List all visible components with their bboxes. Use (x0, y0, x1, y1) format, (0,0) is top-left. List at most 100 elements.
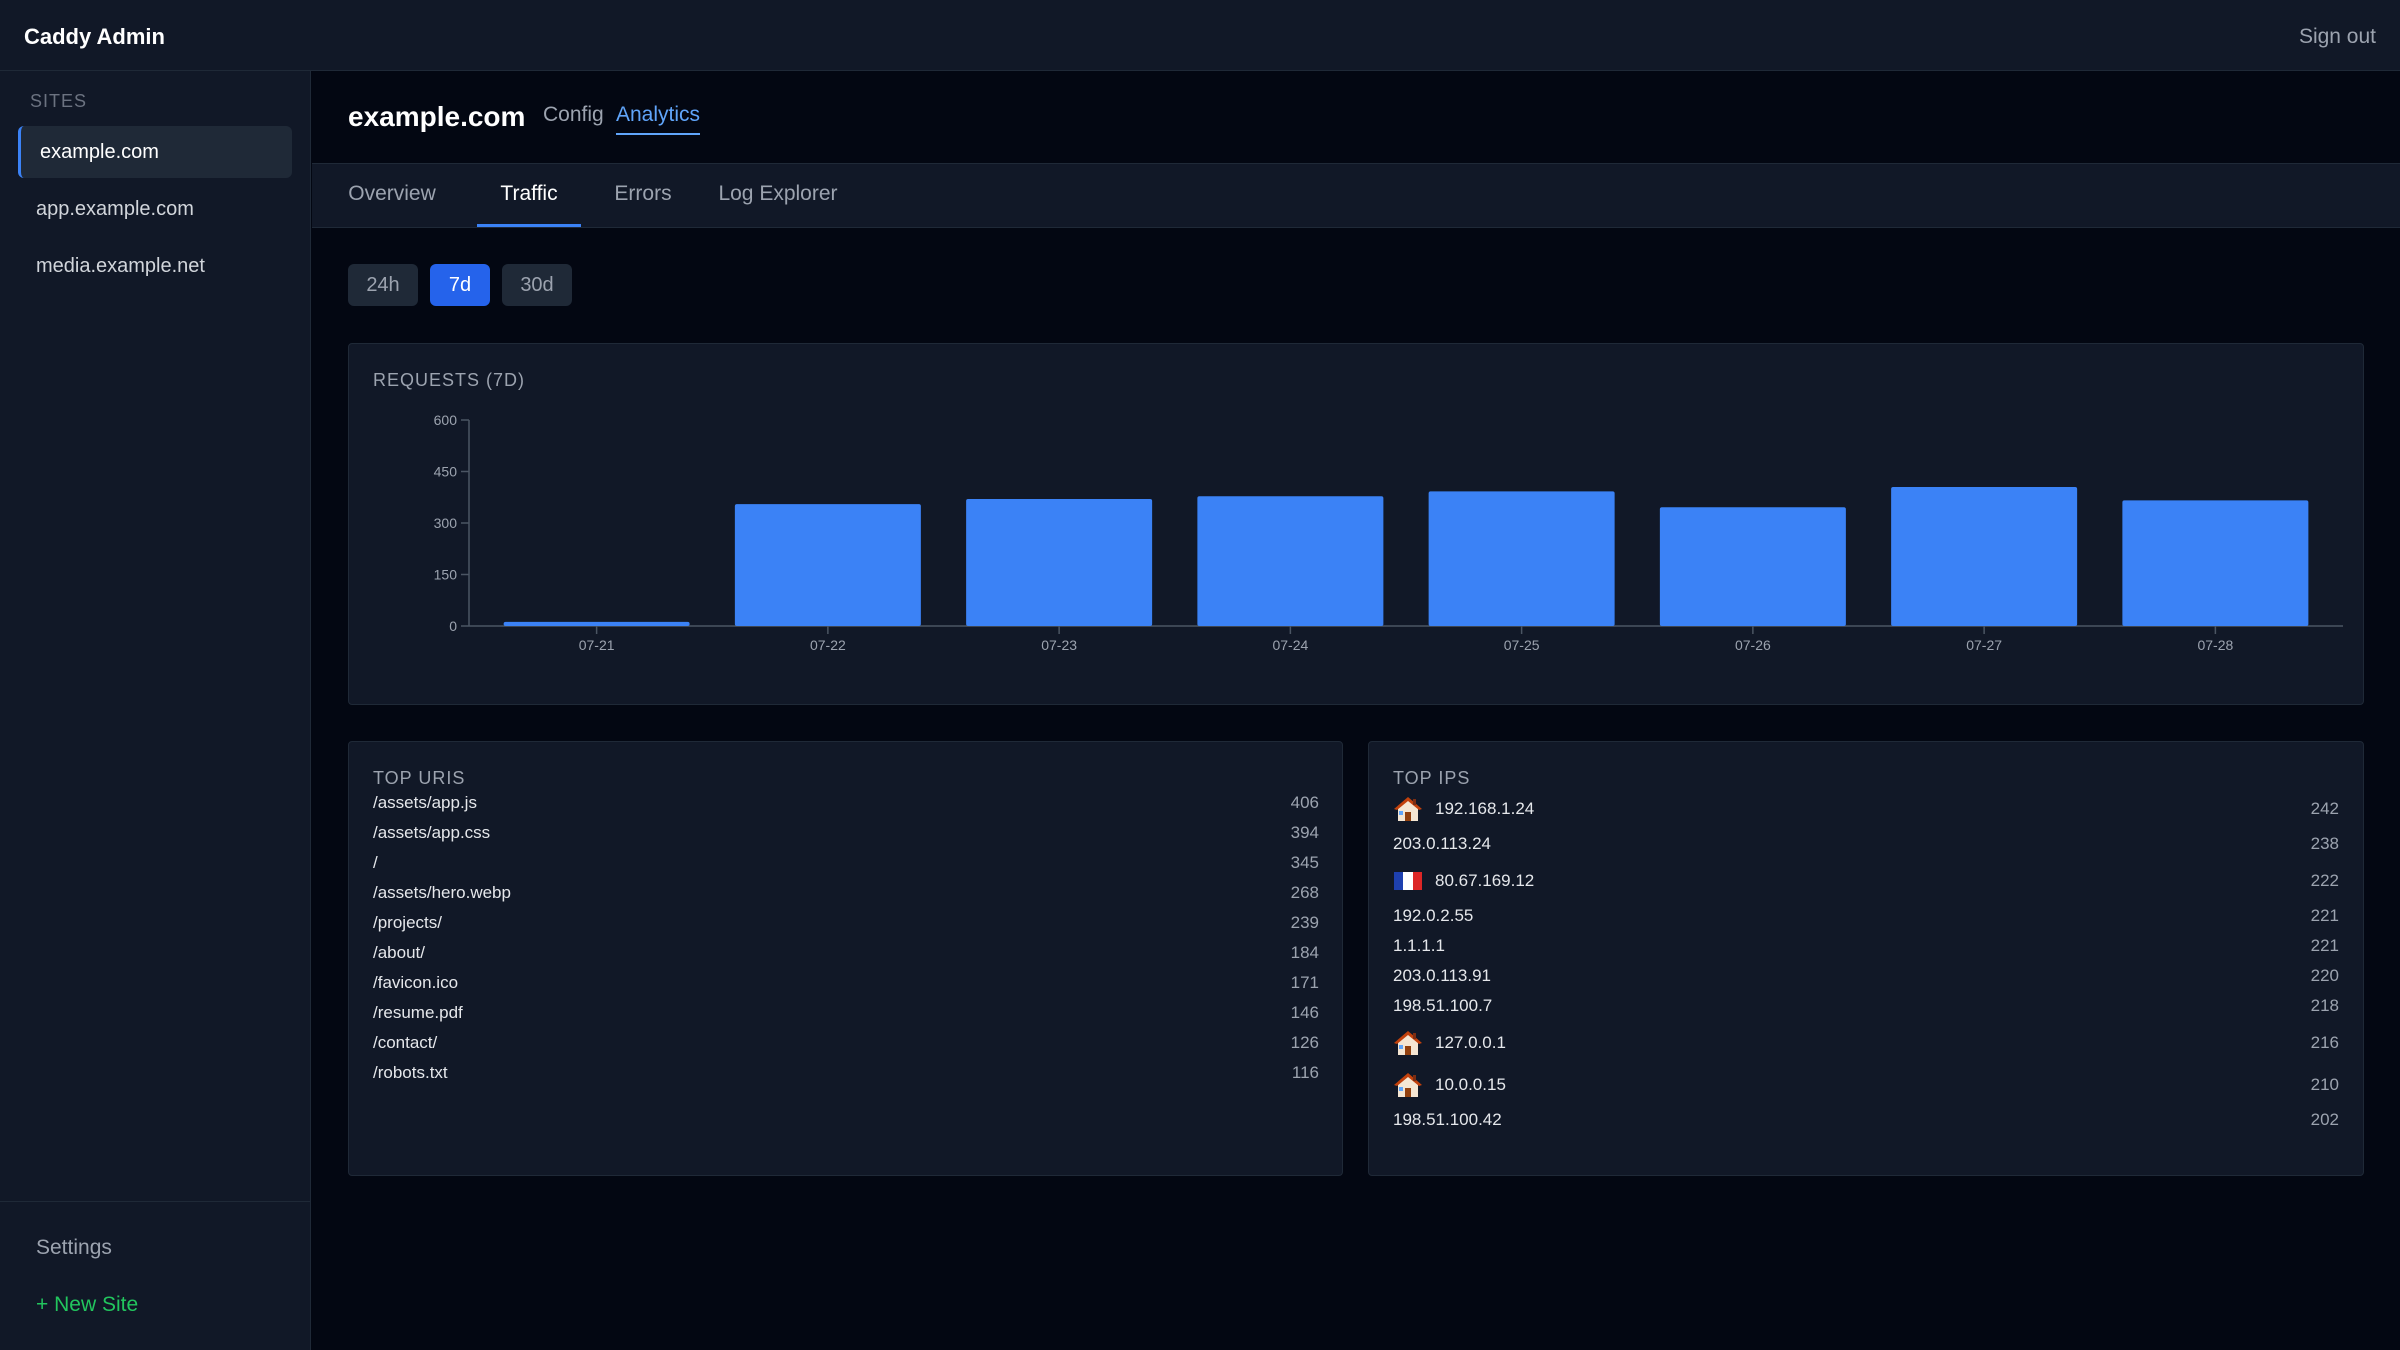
y-tick-label: 0 (449, 618, 457, 634)
ip-label-group: 198.51.100.7 (1393, 996, 1492, 1016)
ip-count: 210 (2310, 1075, 2339, 1094)
ip-label-group: 10.0.0.15 (1393, 1068, 1506, 1102)
uri-count: 146 (1290, 1003, 1319, 1022)
ip-address: 10.0.0.15 (1435, 1075, 1506, 1094)
y-tick-label: 150 (434, 567, 458, 583)
ip-row: 80.67.169.12 222 (1393, 864, 2339, 898)
ip-address: 198.51.100.42 (1393, 1110, 1502, 1129)
ip-count: 222 (2310, 871, 2339, 890)
top-bar: Caddy Admin Sign out (0, 0, 2400, 71)
x-tick-label: 07-24 (1272, 637, 1308, 653)
uri-row: /about/184 (373, 943, 1319, 973)
x-tick-label: 07-25 (1504, 637, 1540, 653)
top-ips-card: TOP IPS 192.168.1.24 242 203.0.113.24 238 80… (1368, 741, 2364, 1176)
x-tick-label: 07-26 (1735, 637, 1771, 653)
subtab-overview[interactable]: Overview (336, 164, 448, 227)
x-tick-label: 07-21 (579, 637, 615, 653)
y-tick-label: 450 (434, 464, 458, 480)
ip-count: 216 (2310, 1033, 2339, 1052)
sidebar-item-media-example-net[interactable]: media.example.net (18, 240, 292, 292)
sites-section-label: SITES (30, 91, 88, 111)
range-24h-button[interactable]: 24h (348, 264, 418, 306)
uri-row: /robots.txt 116 (373, 1063, 1319, 1093)
uri-label: /about/ (373, 943, 425, 962)
uri-row: /resume.pdf 146 (373, 1003, 1319, 1033)
uri-label: /assets/app.css (373, 823, 491, 842)
ip-row: 203.0.113.91 220 (1393, 966, 2339, 996)
ip-row: 192.168.1.24 242 (1393, 792, 2339, 826)
app-title: Caddy Admin (24, 24, 165, 49)
top-ips-title: TOP IPS (1393, 768, 1471, 788)
ip-label-group: 127.0.0.1 (1393, 1026, 1506, 1060)
uri-label: /contact/ (373, 1033, 438, 1052)
top-uris-title: TOP URIS (373, 768, 466, 788)
subtab-traffic[interactable]: Traffic (477, 164, 581, 227)
x-tick-label: 07-28 (2197, 637, 2233, 653)
uri-row: /assets/hero.webp 268 (373, 883, 1319, 913)
range-30d-button[interactable]: 30d (502, 264, 572, 306)
uri-count: 345 (1290, 853, 1319, 872)
new-site-button[interactable]: + New Site (36, 1293, 138, 1317)
house-icon (1393, 1072, 1423, 1098)
uri-row: / 345 (373, 853, 1319, 883)
sidebar-item-app-example-com[interactable]: app.example.com (18, 183, 292, 235)
uri-row: /projects/239 (373, 913, 1319, 943)
y-tick-label: 600 (434, 412, 458, 428)
bar (1891, 486, 2078, 626)
sidebar-footer: Settings + New Site (0, 1201, 311, 1350)
ip-address: 203.0.113.91 (1393, 966, 1491, 985)
uri-label: /projects/ (373, 913, 442, 932)
bar (734, 504, 921, 626)
uri-label: / (373, 853, 378, 872)
ip-row: 10.0.0.15 210 (1393, 1068, 2339, 1102)
bar (503, 621, 690, 626)
x-tick-label: 07-23 (1041, 637, 1077, 653)
requests-bar-chart: 0 150 300 450 600 07-21 07-22 07-23 07-24 07-25 07… (434, 412, 2343, 653)
sign-out-link[interactable]: Sign out (2299, 25, 2376, 49)
ip-address: 80.67.169.12 (1435, 871, 1535, 890)
uri-count: 184 (1290, 943, 1319, 962)
ip-address: 1.1.1.1 (1393, 936, 1445, 955)
page-title: example.com (348, 101, 526, 132)
ip-row: 127.0.0.1 216 (1393, 1026, 2339, 1060)
main-content: example.com Config Analytics Overview Tr… (312, 71, 2400, 1350)
top-uris-card: TOP URIS /assets/app.js 406/assets/app.cs… (348, 741, 1343, 1176)
uri-count: 126 (1290, 1033, 1319, 1052)
uri-row: /assets/app.js 406 (373, 793, 1319, 823)
uri-count: 406 (1290, 793, 1319, 812)
settings-link[interactable]: Settings (36, 1236, 112, 1260)
x-tick-label: 07-27 (1966, 637, 2002, 653)
tab-config[interactable]: Config (543, 103, 604, 133)
uri-row: /assets/app.css 394 (373, 823, 1319, 853)
ip-count: 202 (2310, 1110, 2339, 1129)
ip-row: 192.0.2.55 221 (1393, 906, 2339, 936)
bar (2122, 500, 2309, 626)
ip-count: 220 (2310, 966, 2339, 985)
ip-row: 203.0.113.24 238 (1393, 834, 2339, 864)
bar (966, 498, 1153, 626)
tab-analytics[interactable]: Analytics (616, 103, 701, 135)
range-7d-button[interactable]: 7d (430, 264, 490, 306)
uri-label: /favicon.ico (373, 973, 459, 992)
bar (1197, 496, 1384, 626)
uri-count: 394 (1290, 823, 1319, 842)
ip-count: 221 (2310, 936, 2339, 955)
uri-count: 116 (1291, 1063, 1319, 1082)
ip-count: 221 (2310, 906, 2339, 925)
sidebar-item-example-com[interactable]: example.com (18, 126, 292, 178)
ip-label-group: 80.67.169.12 (1393, 864, 1534, 898)
ip-label-group: 203.0.113.91 (1393, 966, 1491, 986)
ip-row: 198.51.100.42 202 (1393, 1110, 2339, 1140)
uri-row: /contact/126 (373, 1033, 1319, 1063)
ip-label-group: 198.51.100.42 (1393, 1110, 1502, 1130)
ip-count: 242 (2310, 799, 2339, 818)
subtab-bar: Overview Traffic Errors Log Explorer (312, 163, 2400, 228)
bar (1659, 507, 1846, 626)
uri-label: /assets/hero.webp (373, 883, 511, 902)
ip-address: 192.0.2.55 (1393, 906, 1474, 925)
subtab-errors[interactable]: Errors (602, 164, 684, 227)
ip-label-group: 192.0.2.55 (1393, 906, 1473, 926)
site-header: example.com Config Analytics (312, 71, 2400, 163)
subtab-log-explorer[interactable]: Log Explorer (710, 164, 846, 227)
ip-address: 198.51.100.7 (1393, 996, 1493, 1015)
